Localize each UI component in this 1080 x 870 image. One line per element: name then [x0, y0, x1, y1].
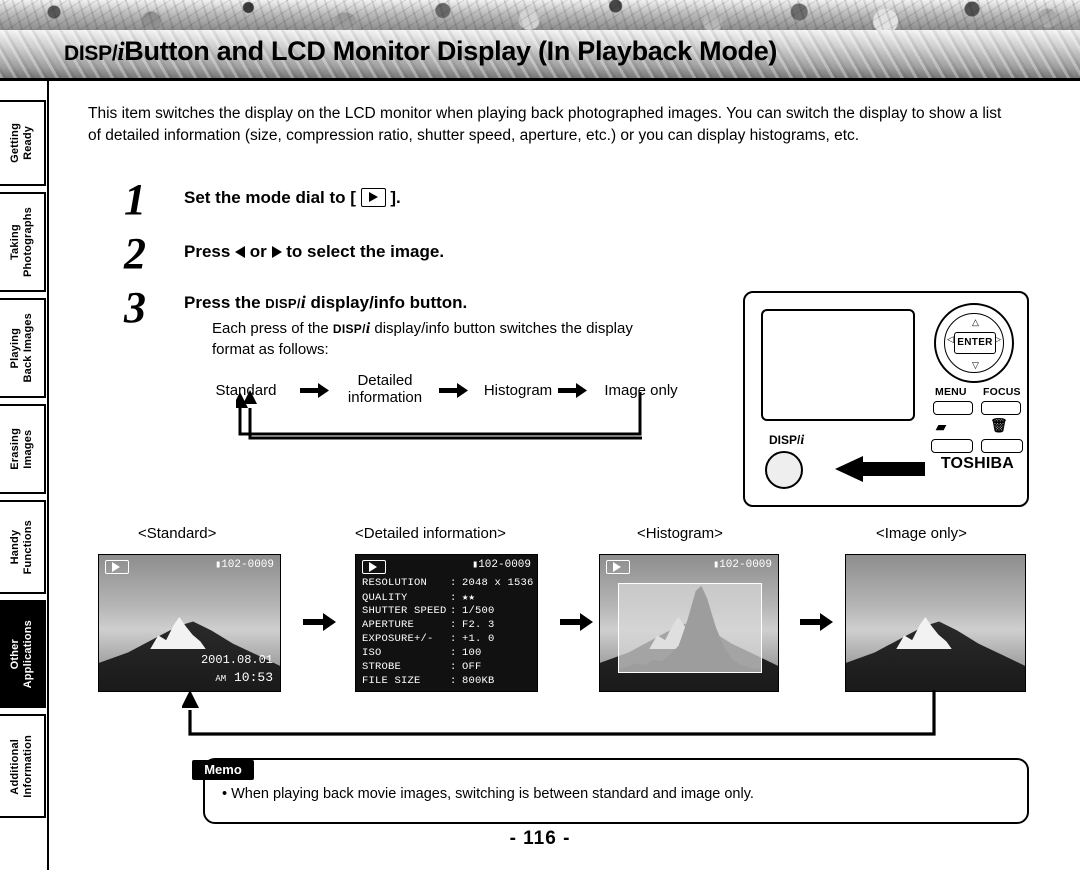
- camera-menu-label: MENU: [935, 386, 967, 398]
- osd-date: 2001.08.01: [200, 653, 273, 667]
- step-1-number: 1: [124, 175, 146, 224]
- dpad-left-icon: ◁: [947, 334, 954, 344]
- detail-row: EXPOSURE+/-: +1. 0: [362, 633, 495, 645]
- camera-menu-button[interactable]: [933, 401, 973, 415]
- detail-row: APERTURE: F2. 3: [362, 619, 495, 631]
- dpad-up-icon: △: [972, 317, 979, 327]
- sample-histogram: ▮102-0009: [599, 554, 779, 692]
- intro-paragraph: This item switches the display on the LC…: [88, 105, 1002, 144]
- step-3-subtext-line2: format as follows:: [212, 341, 329, 358]
- right-arrow-icon: [271, 245, 282, 258]
- osd-playback-icon: [606, 560, 630, 574]
- sidebar-item-label: Additional Information: [9, 734, 34, 798]
- detail-row: SHUTTER SPEED:1/500: [362, 605, 495, 617]
- step-3-disp-label: DISP/: [265, 296, 301, 311]
- detail-row: ISO:100: [362, 647, 482, 659]
- sample-standard: ▮102-0009 2001.08.01 AM 10:53: [98, 554, 281, 692]
- step-2-number: 2: [124, 229, 146, 278]
- memo-tag: Memo: [192, 760, 254, 780]
- sample-arrow-1: [303, 612, 337, 632]
- caption-histogram: <Histogram>: [637, 525, 723, 542]
- camera-focus-label: FOCUS: [983, 386, 1021, 398]
- sample-image-only: [845, 554, 1026, 692]
- step-3-text: Press the DISP/i display/info button.: [184, 292, 468, 312]
- step-1-text: Set the mode dial to [ ].: [184, 188, 401, 208]
- memo-text: • When playing back movie images, switch…: [222, 786, 754, 802]
- sidebar-item-playing-back-images[interactable]: Playing Back Images: [0, 298, 46, 398]
- sidebar-item-label: Other Applications: [9, 619, 34, 689]
- detail-row: RESOLUTION:2048 x 1536: [362, 577, 534, 589]
- sidebar-item-erasing-images[interactable]: Erasing Images: [0, 404, 46, 494]
- camera-enter-button[interactable]: ENTER: [954, 332, 996, 354]
- sidebar-item-label: Getting Ready: [9, 123, 34, 163]
- sidebar-divider: [47, 81, 49, 870]
- page-title-main: Button and LCD Monitor Display (In Playb…: [124, 36, 778, 66]
- left-arrow-icon: [235, 245, 246, 258]
- camera-disp-button[interactable]: [765, 451, 803, 489]
- caption-standard: <Standard>: [138, 525, 217, 542]
- step-1: 1 Set the mode dial to [ ].: [124, 175, 684, 224]
- step-2-text: Press or to select the image.: [184, 242, 445, 261]
- camera-lcd-screen: [761, 309, 915, 421]
- step-3: 3 Press the DISP/i display/info button. …: [124, 286, 744, 366]
- camera-disp-callout-arrow: [833, 456, 925, 482]
- osd-playback-icon: [362, 560, 386, 574]
- camera-focus-button[interactable]: [981, 401, 1021, 415]
- osd-file-number: ▮102-0009: [713, 559, 772, 571]
- camera-delete-button[interactable]: [981, 439, 1023, 453]
- samples-loop-back-arrow: [182, 690, 942, 742]
- dpad-down-icon: ▽: [972, 360, 979, 370]
- osd-file-number: ▮102-0009: [215, 559, 274, 571]
- sample-detailed: ▮102-0009 RESOLUTION:2048 x 1536 QUALITY…: [355, 554, 538, 692]
- camera-dpad[interactable]: △ ▽ ◁ ▷ ENTER: [934, 303, 1014, 383]
- sample-arrow-3: [800, 612, 834, 632]
- camera-dpad-inner: △ ▽ ◁ ▷ ENTER: [944, 313, 1004, 373]
- sidebar-item-label: Taking Photographs: [9, 206, 34, 278]
- camera-trash-icon: 🗑: [990, 417, 1008, 433]
- sidebar-item-taking-photographs[interactable]: Taking Photographs: [0, 192, 46, 292]
- sidebar-item-label: Playing Back Images: [9, 313, 34, 383]
- page-title: DISP/iButton and LCD Monitor Display (In…: [64, 36, 1062, 67]
- caption-image-only: <Image only>: [876, 525, 967, 542]
- step-3-i-label: i: [300, 292, 306, 312]
- osd-time: AM 10:53: [215, 670, 273, 685]
- sidebar-item-other-applications[interactable]: Other Applications: [0, 600, 46, 708]
- sidebar-item-label: Handy Functions: [9, 519, 34, 575]
- page-number: - 116 -: [509, 828, 571, 849]
- sample-arrow-2: [560, 612, 594, 632]
- camera-illustration: △ ▽ ◁ ▷ ENTER MENU FOCUS ▰ 🗑 DISP/i TOSH…: [743, 291, 1029, 507]
- histogram-curve: [619, 585, 761, 672]
- camera-card-icon: ▰: [936, 419, 947, 434]
- detail-row: FILE SIZE:800KB: [362, 675, 495, 687]
- histogram-overlay: [618, 583, 762, 673]
- sidebar-item-additional-information[interactable]: Additional Information: [0, 714, 46, 818]
- camera-brand-label: TOSHIBA: [940, 455, 1014, 472]
- decorative-top-band: [0, 0, 1080, 30]
- sidebar-item-handy-functions[interactable]: Handy Functions: [0, 500, 46, 594]
- sidebar-item-label: Erasing Images: [9, 428, 34, 470]
- sidebar-item-getting-ready[interactable]: Getting Ready: [0, 100, 46, 186]
- step-3-number: 3: [124, 283, 146, 332]
- page-title-bar: DISP/iButton and LCD Monitor Display (In…: [0, 30, 1080, 81]
- camera-card-button[interactable]: [931, 439, 973, 453]
- step-2: 2 Press or to select the image.: [124, 229, 684, 278]
- page-title-prefix: DISP/: [64, 42, 118, 65]
- flow-loop-line: [236, 390, 646, 442]
- caption-detailed: <Detailed information>: [355, 525, 506, 542]
- osd-file-number: ▮102-0009: [472, 559, 531, 571]
- detail-row: STROBE: OFF: [362, 661, 482, 673]
- detail-row: QUALITY: ★★: [362, 592, 476, 604]
- camera-disp-label: DISP/i: [769, 433, 805, 448]
- playback-mode-icon: [360, 188, 386, 208]
- step-3-subtext-line1: Each press of the DISP/i display/info bu…: [212, 320, 633, 337]
- osd-playback-icon: [105, 560, 129, 574]
